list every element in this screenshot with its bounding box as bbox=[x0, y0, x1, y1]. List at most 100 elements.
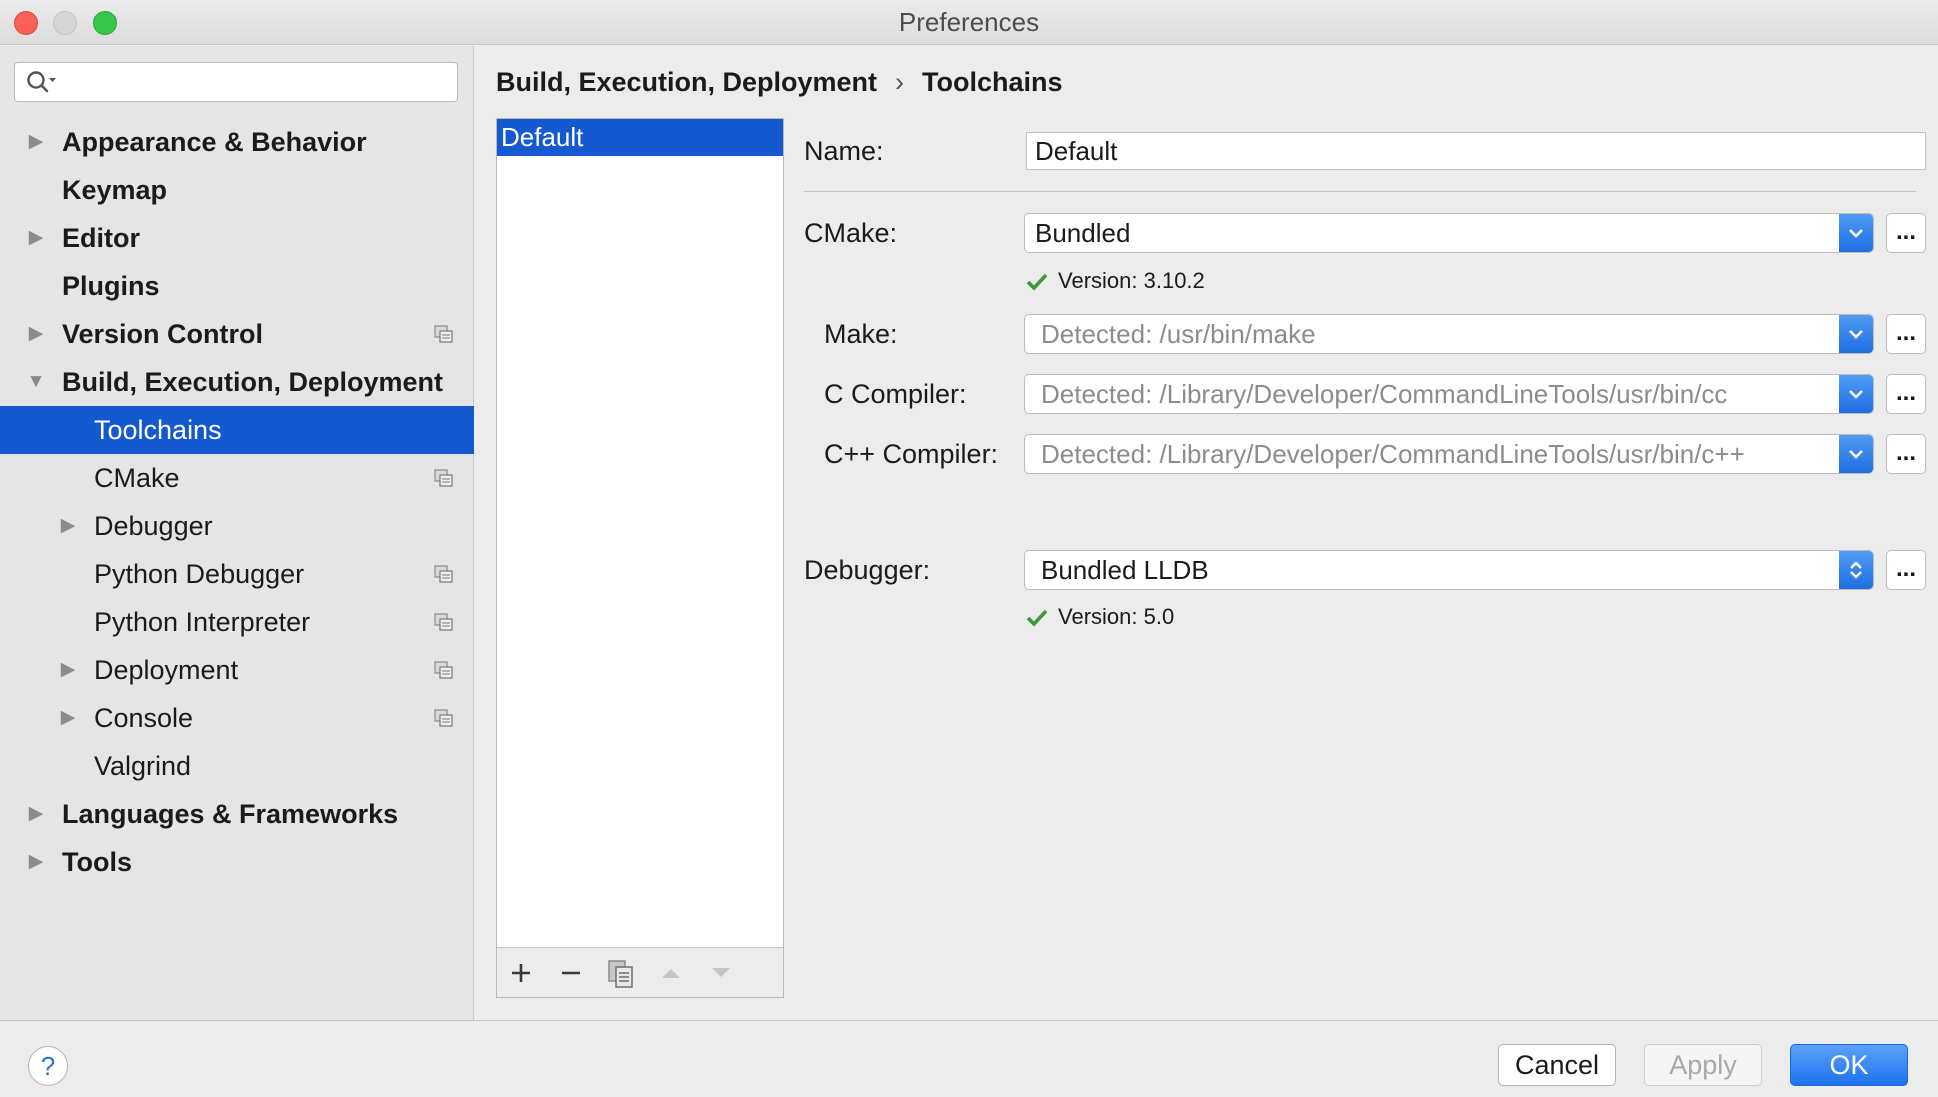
sidebar-item-label: Plugins bbox=[62, 271, 160, 301]
sidebar-item-version-control[interactable]: ▶ Version Control bbox=[0, 310, 474, 358]
expanded-arrow-icon[interactable]: ▼ bbox=[26, 358, 46, 406]
help-button[interactable]: ? bbox=[28, 1046, 68, 1086]
arrow-up-icon bbox=[662, 969, 680, 978]
name-field[interactable]: Default bbox=[1026, 132, 1926, 170]
collapsed-arrow-icon[interactable]: ▶ bbox=[26, 310, 46, 358]
sidebar-item-label: Toolchains bbox=[94, 415, 222, 445]
arrow-down-icon bbox=[712, 968, 730, 977]
sidebar-item-label: Keymap bbox=[62, 175, 168, 205]
project-level-icon bbox=[434, 325, 453, 343]
sidebar-item-label: Deployment bbox=[94, 655, 239, 685]
sidebar-item-debugger[interactable]: ▶ Debugger bbox=[0, 502, 474, 550]
debugger-combo-value: Bundled LLDB bbox=[1041, 555, 1209, 585]
sidebar-item-label: Editor bbox=[62, 223, 140, 253]
copy-toolchain-button[interactable] bbox=[603, 956, 639, 990]
chevron-down-icon[interactable] bbox=[1839, 315, 1873, 353]
sidebar-item-label: Build, Execution, Deployment bbox=[62, 367, 444, 397]
collapsed-arrow-icon[interactable]: ▶ bbox=[58, 694, 78, 742]
c-compiler-combo[interactable]: Detected: /Library/Developer/CommandLine… bbox=[1024, 374, 1874, 414]
sidebar-item-build-execution-deployment[interactable]: ▼ Build, Execution, Deployment bbox=[0, 358, 474, 406]
chevron-down-icon[interactable] bbox=[1839, 375, 1873, 413]
sidebar-item-keymap[interactable]: Keymap bbox=[0, 166, 474, 214]
check-icon bbox=[1026, 609, 1048, 627]
make-combo-value: Detected: /usr/bin/make bbox=[1041, 319, 1316, 349]
collapsed-arrow-icon[interactable]: ▶ bbox=[26, 838, 46, 886]
debugger-version: Version: 5.0 bbox=[1026, 602, 1174, 632]
sidebar-item-valgrind[interactable]: Valgrind bbox=[0, 742, 474, 790]
project-level-icon bbox=[434, 613, 453, 631]
sidebar-item-label: Version Control bbox=[62, 319, 264, 349]
debugger-browse-button[interactable]: ... bbox=[1886, 550, 1926, 590]
sidebar-item-languages-and-frameworks[interactable]: ▶ Languages & Frameworks bbox=[0, 790, 474, 838]
collapsed-arrow-icon[interactable]: ▶ bbox=[58, 646, 78, 694]
project-level-icon bbox=[434, 661, 453, 679]
make-browse-button[interactable]: ... bbox=[1886, 314, 1926, 354]
chevron-up-down-icon[interactable] bbox=[1839, 551, 1873, 589]
search-box[interactable] bbox=[14, 62, 458, 102]
sidebar-item-cmake[interactable]: CMake bbox=[0, 454, 474, 502]
plus-icon bbox=[512, 964, 530, 982]
search-icon[interactable] bbox=[25, 69, 57, 95]
sidebar-item-tools[interactable]: ▶ Tools bbox=[0, 838, 474, 886]
cpp-compiler-combo-value: Detected: /Library/Developer/CommandLine… bbox=[1041, 439, 1745, 469]
debugger-combo[interactable]: Bundled LLDB bbox=[1024, 550, 1874, 590]
breadcrumb: Build, Execution, Deployment › Toolchains bbox=[496, 62, 1063, 102]
apply-button[interactable]: Apply bbox=[1644, 1044, 1762, 1086]
collapsed-arrow-icon[interactable]: ▶ bbox=[26, 118, 46, 166]
minus-icon bbox=[562, 971, 580, 975]
sidebar-item-label: Python Interpreter bbox=[94, 607, 311, 637]
sidebar-item-appearance-and-behavior[interactable]: ▶ Appearance & Behavior bbox=[0, 118, 474, 166]
sidebar-item-editor[interactable]: ▶ Editor bbox=[0, 214, 474, 262]
cpp-compiler-label: C++ Compiler: bbox=[824, 439, 999, 469]
copy-icon bbox=[608, 960, 633, 988]
breadcrumb-parent: Build, Execution, Deployment bbox=[496, 67, 878, 97]
breadcrumb-separator-icon: › bbox=[895, 67, 905, 97]
toolchain-list-item[interactable]: Default bbox=[497, 119, 783, 156]
project-level-icon bbox=[434, 709, 453, 727]
settings-tree: ▶ Appearance & Behavior Keymap ▶ Editor Plugi… bbox=[0, 118, 474, 886]
cmake-version-text: Version: 3.10.2 bbox=[1058, 268, 1205, 293]
check-icon bbox=[1026, 273, 1048, 291]
ok-button[interactable]: OK bbox=[1790, 1044, 1908, 1086]
cpp-compiler-browse-button[interactable]: ... bbox=[1886, 434, 1926, 474]
collapsed-arrow-icon[interactable]: ▶ bbox=[26, 214, 46, 262]
project-level-icon bbox=[434, 469, 453, 487]
cpp-compiler-combo[interactable]: Detected: /Library/Developer/CommandLine… bbox=[1024, 434, 1874, 474]
chevron-down-icon[interactable] bbox=[1839, 214, 1873, 252]
remove-toolchain-button[interactable] bbox=[553, 956, 589, 990]
move-up-button[interactable] bbox=[653, 956, 689, 990]
project-level-icon bbox=[434, 565, 453, 583]
separator bbox=[804, 191, 1916, 192]
collapsed-arrow-icon[interactable]: ▶ bbox=[58, 502, 78, 550]
cmake-browse-button[interactable]: ... bbox=[1886, 213, 1926, 253]
name-label: Name: bbox=[804, 136, 884, 166]
sidebar-item-plugins[interactable]: Plugins bbox=[0, 262, 474, 310]
debugger-version-text: Version: 5.0 bbox=[1058, 604, 1175, 629]
add-toolchain-button[interactable] bbox=[503, 956, 539, 990]
search-input[interactable] bbox=[63, 67, 443, 97]
cmake-combo-value: Bundled bbox=[1035, 218, 1131, 248]
sidebar-item-label: Console bbox=[94, 703, 194, 733]
cancel-button[interactable]: Cancel bbox=[1498, 1044, 1616, 1086]
sidebar-item-label: Valgrind bbox=[94, 751, 192, 781]
sidebar-item-label: Debugger bbox=[94, 511, 213, 541]
sidebar-item-toolchains[interactable]: Toolchains bbox=[0, 406, 474, 454]
c-compiler-combo-value: Detected: /Library/Developer/CommandLine… bbox=[1041, 379, 1728, 409]
collapsed-arrow-icon[interactable]: ▶ bbox=[26, 790, 46, 838]
toolchains-list: Default bbox=[497, 119, 783, 156]
cmake-combo[interactable]: Bundled bbox=[1024, 213, 1874, 253]
sidebar-item-deployment[interactable]: ▶ Deployment bbox=[0, 646, 474, 694]
sidebar-item-console[interactable]: ▶ Console bbox=[0, 694, 474, 742]
sidebar-item-python-debugger[interactable]: Python Debugger bbox=[0, 550, 474, 598]
cmake-version: Version: 3.10.2 bbox=[1026, 266, 1205, 296]
chevron-down-icon[interactable] bbox=[1839, 435, 1873, 473]
breadcrumb-current: Toolchains bbox=[922, 67, 1063, 97]
move-down-button[interactable] bbox=[703, 956, 739, 990]
sidebar-item-python-interpreter[interactable]: Python Interpreter bbox=[0, 598, 474, 646]
window-title: Preferences bbox=[898, 7, 1040, 37]
sidebar-item-label: Appearance & Behavior bbox=[62, 127, 367, 157]
cmake-label: CMake: bbox=[804, 218, 898, 248]
c-compiler-browse-button[interactable]: ... bbox=[1886, 374, 1926, 414]
dialog-footer: ? Cancel Apply OK bbox=[0, 1020, 1938, 1097]
make-combo[interactable]: Detected: /usr/bin/make bbox=[1024, 314, 1874, 354]
